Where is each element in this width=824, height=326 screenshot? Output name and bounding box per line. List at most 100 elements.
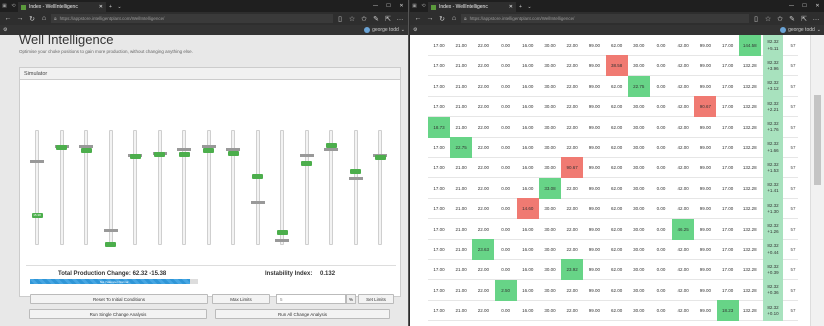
table-cell: 16.00 [522, 185, 534, 191]
table-cell: 30.00 [633, 43, 645, 48]
share-icon[interactable]: ⇱ [383, 14, 393, 24]
table-cell: 132.28 [742, 247, 757, 252]
slider-track[interactable] [133, 130, 137, 245]
table-cell: 42.00 [677, 165, 689, 171]
slider-track[interactable] [108, 130, 113, 245]
slider-handle[interactable] [348, 177, 363, 181]
slider-track[interactable] [378, 130, 382, 245]
new-tab-icon[interactable]: + [106, 2, 115, 12]
tab-list-icon[interactable]: ⌄ [115, 2, 124, 12]
close-window-icon[interactable]: ✕ [395, 0, 408, 12]
tab-actions-icon[interactable]: ⟲ [419, 0, 428, 12]
slider-handle[interactable] [299, 154, 314, 158]
app-logo-icon[interactable]: ⚙ [3, 27, 7, 33]
reset-button[interactable]: Reset To Initial Conditions [30, 294, 208, 304]
set-limits-button[interactable]: Set Limits [358, 294, 394, 304]
window-menu-icon[interactable]: ▣ [0, 0, 9, 12]
minimize-icon[interactable]: — [369, 0, 382, 12]
more-icon[interactable]: … [811, 14, 821, 24]
run-single-change-button[interactable]: Run Single Change Analysis [29, 309, 207, 319]
run-all-change-button[interactable]: Run All Change Analysis [215, 309, 390, 319]
slider-handle[interactable] [250, 201, 265, 205]
tab-title: Index - WellIntelligenc [439, 4, 488, 10]
page-subtitle: Optimise your choke positions to gain mo… [19, 49, 193, 54]
reading-view-icon[interactable]: ▯ [335, 14, 345, 24]
favorites-icon[interactable]: ✩ [359, 14, 369, 24]
favorite-star-icon[interactable]: ☆ [763, 14, 773, 24]
table-cell: 17.00 [721, 145, 734, 150]
table-cell: 62.00 [610, 226, 623, 232]
max-limits-button[interactable]: Max Limits [212, 294, 270, 304]
maximize-icon[interactable]: ☐ [382, 0, 395, 12]
slider-track[interactable] [35, 130, 39, 245]
table-cell: 21.00 [455, 63, 467, 69]
tab-list-icon[interactable]: ⌄ [525, 2, 534, 12]
table-cell: 0.00 [656, 308, 666, 314]
table-cell: 132.28 [742, 145, 757, 150]
back-icon[interactable]: ← [413, 14, 423, 24]
app-logo-icon[interactable]: ⚙ [413, 27, 417, 33]
share-icon[interactable]: ⇱ [799, 14, 809, 24]
more-icon[interactable]: … [395, 14, 405, 24]
limit-input[interactable]: 5 [276, 294, 346, 304]
table-cell: 132.28 [742, 287, 757, 293]
table-cell: 42.00 [677, 287, 689, 293]
table-cell: 0.00 [501, 247, 510, 252]
table-cell: 99.00 [588, 206, 601, 212]
scrollbar[interactable] [810, 35, 824, 326]
address-bar[interactable]: 🔒︎ https://appstore.intelligentplant.com… [461, 14, 749, 23]
favorite-star-icon[interactable]: ☆ [347, 14, 357, 24]
scrollbar-thumb[interactable] [814, 95, 821, 185]
favorites-icon[interactable]: ✩ [775, 14, 785, 24]
maximize-icon[interactable]: ☐ [798, 0, 811, 12]
slider-track[interactable] [231, 130, 235, 245]
tab-actions-icon[interactable]: ⟲ [9, 0, 18, 12]
slider-handle[interactable] [177, 148, 191, 152]
reading-view-icon[interactable]: ▯ [751, 14, 761, 24]
close-window-icon[interactable]: ✕ [811, 0, 824, 12]
slider-handle[interactable] [30, 159, 44, 163]
forward-icon[interactable]: → [15, 14, 25, 24]
pen-icon[interactable]: ✎ [371, 14, 381, 24]
close-tab-icon[interactable]: ✕ [509, 4, 513, 10]
home-icon[interactable]: ⌂ [39, 14, 49, 24]
change-cell: 82.32 +0.36 [763, 279, 783, 301]
table-cell: 30.00 [544, 145, 556, 150]
slider-handle[interactable] [275, 239, 289, 243]
forward-icon[interactable]: → [425, 14, 435, 24]
slider-track[interactable] [157, 130, 162, 245]
table-cell: 62.00 [610, 308, 623, 314]
close-tab-icon[interactable]: ✕ [99, 4, 103, 10]
slider-track[interactable] [280, 130, 284, 245]
slider-track[interactable] [182, 130, 186, 245]
table-cell: 17.00 [433, 226, 445, 232]
user-menu[interactable]: george todd ⌄ [780, 27, 821, 33]
slider-handle[interactable] [324, 148, 338, 152]
change-cell: 82.32 +1.66 [763, 137, 783, 158]
change-value: +1.30 [767, 208, 779, 214]
minimize-icon[interactable]: — [785, 0, 798, 12]
table-cell: 62.00 [610, 43, 623, 48]
slider-handle[interactable] [103, 228, 118, 232]
table-cell: 21.00 [455, 165, 467, 171]
home-icon[interactable]: ⌂ [449, 14, 459, 24]
pen-icon[interactable]: ✎ [787, 14, 797, 24]
refresh-icon[interactable]: ↻ [437, 14, 447, 24]
table-cell: 22.75 [450, 137, 473, 158]
back-icon[interactable]: ← [3, 14, 13, 24]
table-cell: 30.00 [633, 226, 645, 232]
window-menu-icon[interactable]: ▣ [410, 0, 419, 12]
browser-tab[interactable]: Index - WellIntelligenc ✕ [18, 2, 106, 12]
refresh-icon[interactable]: ↻ [27, 14, 37, 24]
new-tab-icon[interactable]: + [516, 2, 525, 12]
table-cell: 30.00 [633, 287, 645, 293]
table-cell: 22.00 [566, 185, 578, 191]
user-menu[interactable]: george todd ⌄ [364, 27, 405, 33]
table-cell: 42.00 [677, 43, 689, 48]
slider-track[interactable] [353, 130, 358, 245]
slider-track[interactable] [304, 130, 309, 245]
change-cell: 82.32 +2.21 [763, 96, 783, 118]
slider-track[interactable] [255, 130, 260, 245]
address-bar[interactable]: 🔒︎ https://appstore.intelligentplant.com… [51, 14, 333, 23]
browser-tab[interactable]: Index - WellIntelligenc ✕ [428, 2, 516, 12]
